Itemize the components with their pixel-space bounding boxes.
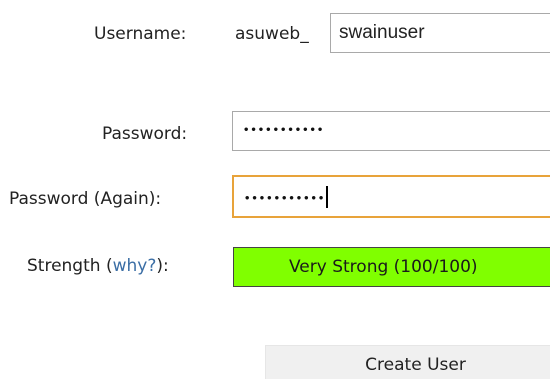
strength-label: Strength (why?): [27,256,169,276]
username-prefix: asuweb_ [235,24,309,44]
username-value: swainuser [339,22,425,43]
username-label: Username: [94,24,187,44]
password-strength-meter: Very Strong (100/100) [233,247,550,287]
strength-label-suffix: ): [156,256,169,276]
username-field[interactable]: swainuser [330,13,550,53]
create-user-button[interactable]: Create User [265,345,550,379]
password-again-masked-value: ••••••••••• [244,193,326,204]
strength-text: Very Strong (100/100) [289,257,478,277]
text-caret [326,185,329,208]
password-masked-value: ••••••••••• [243,124,325,136]
password-field[interactable]: ••••••••••• [232,111,550,151]
why-link[interactable]: why? [113,256,157,276]
password-again-content: ••••••••••• [244,185,329,208]
password-again-field[interactable]: ••••••••••• [232,175,550,218]
password-label: Password: [102,124,188,144]
strength-label-prefix: Strength ( [27,256,113,276]
password-again-label: Password (Again): [9,189,162,209]
